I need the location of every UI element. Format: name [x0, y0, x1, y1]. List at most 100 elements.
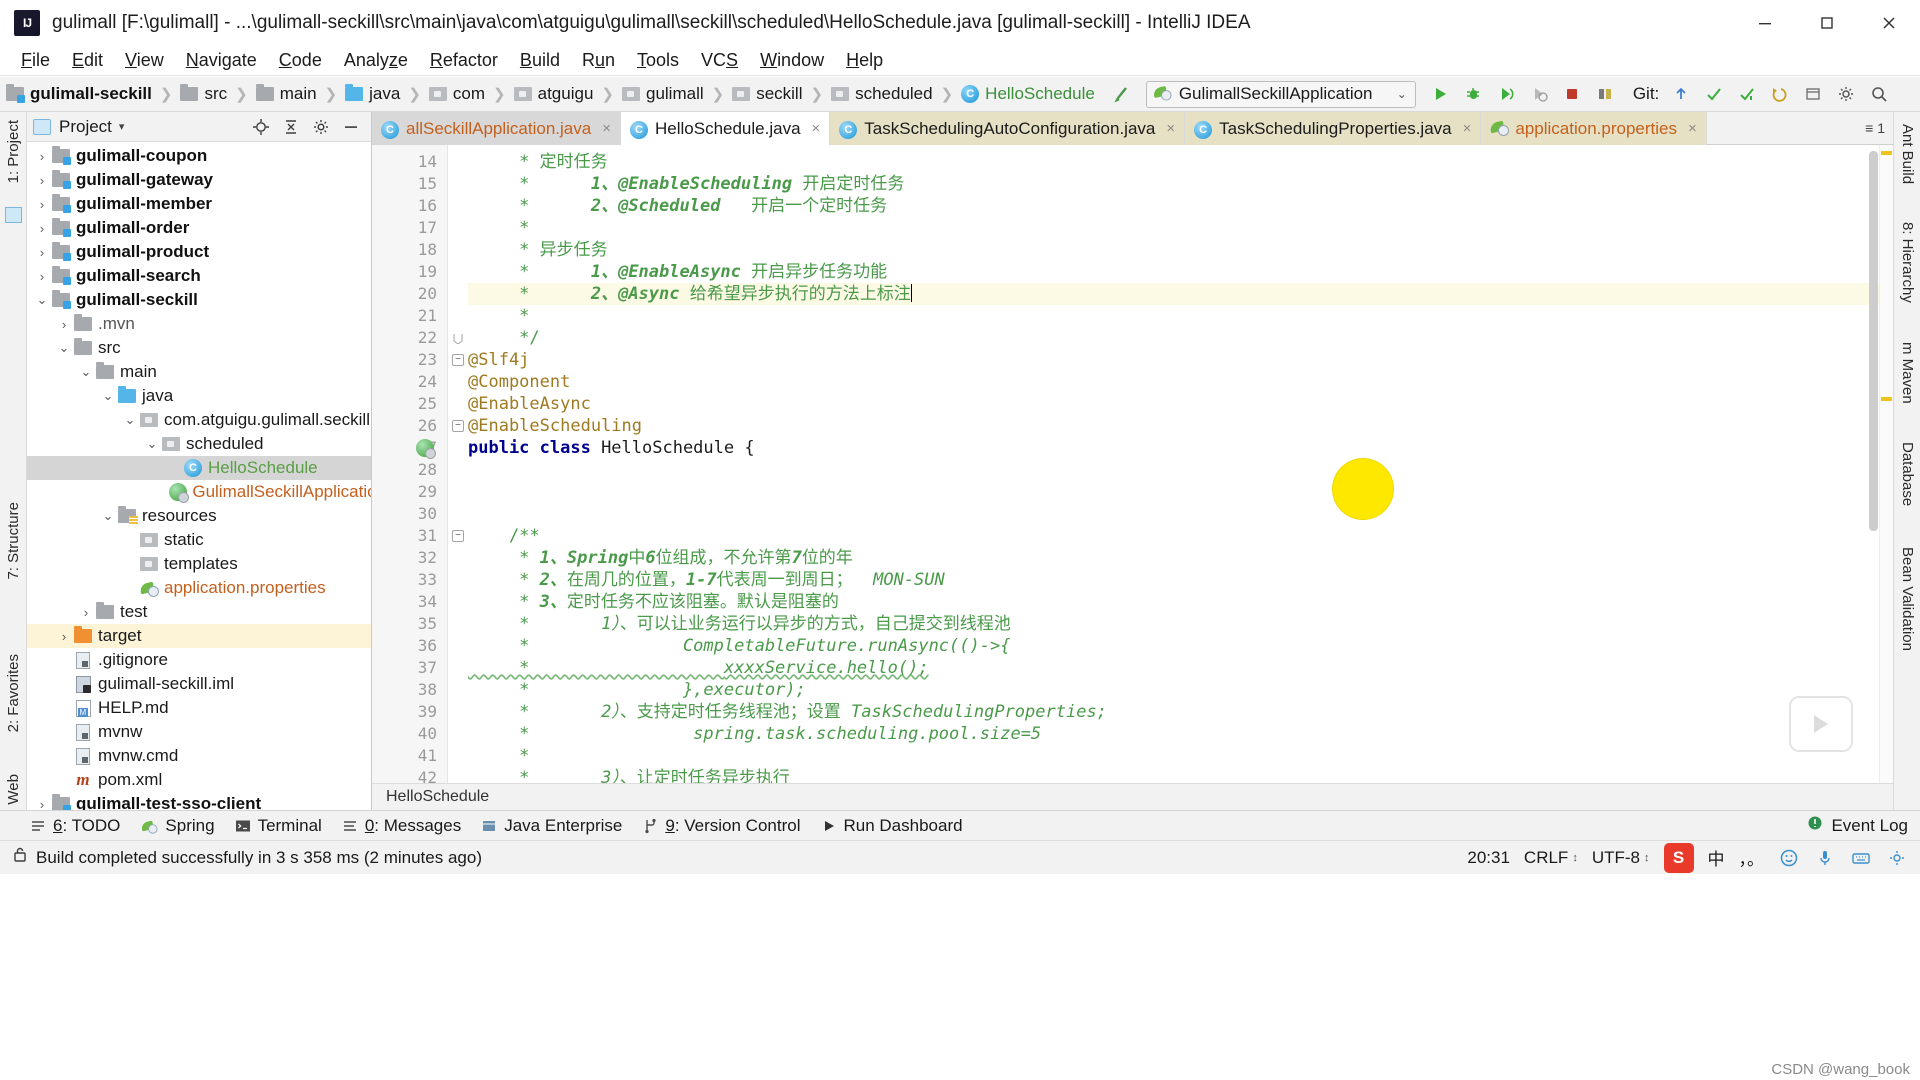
- tool-window-spring[interactable]: Spring: [136, 816, 230, 836]
- breadcrumb-module[interactable]: gulimall-seckill: [4, 84, 154, 104]
- code-line[interactable]: * 2、@Scheduled 开启一个定时任务: [468, 195, 1893, 217]
- chevron-down-icon[interactable]: ⌄: [55, 340, 73, 356]
- code-line[interactable]: * 2、@Async 给希望异步执行的方法上标注: [468, 283, 1893, 305]
- code-fold-toggle[interactable]: −: [452, 420, 464, 432]
- tree-node-gulimall-coupon[interactable]: › gulimall-coupon: [27, 144, 371, 168]
- code-line[interactable]: [468, 503, 1893, 525]
- code-line[interactable]: * },executor);: [468, 679, 1893, 701]
- code-line[interactable]: * 1、Spring中6位组成，不允许第7位的年: [468, 547, 1893, 569]
- make-project-icon[interactable]: [1107, 80, 1137, 108]
- tool-window-project[interactable]: 1: Project: [5, 120, 22, 183]
- tree-node-resources[interactable]: ⌄ resources: [27, 504, 371, 528]
- tree-node-gulimallseckillapplication[interactable]: ·GulimallSeckillApplication: [27, 480, 371, 504]
- code-line[interactable]: * 1）、可以让业务运行以异步的方式，自己提交到线程池: [468, 613, 1893, 635]
- tool-window-database[interactable]: Database: [1899, 442, 1916, 506]
- code-line[interactable]: * 2、在周几的位置，1-7代表周一到周日； MON-SUN: [468, 569, 1893, 591]
- code-line[interactable]: * 1、@EnableAsync 开启异步任务功能: [468, 261, 1893, 283]
- locate-icon[interactable]: [251, 117, 271, 137]
- settings-icon[interactable]: [311, 117, 331, 137]
- code-line[interactable]: @EnableAsync: [468, 393, 1893, 415]
- close-tab-icon[interactable]: ×: [1166, 120, 1175, 137]
- code-line[interactable]: @EnableScheduling: [468, 415, 1893, 437]
- close-tab-icon[interactable]: ×: [1463, 120, 1472, 137]
- code-line[interactable]: * 3、定时任务不应该阻塞。默认是阻塞的: [468, 591, 1893, 613]
- tree-node-gulimall-member[interactable]: › gulimall-member: [27, 192, 371, 216]
- tree-node-mvnw-cmd[interactable]: · mvnw.cmd: [27, 744, 371, 768]
- chevron-right-icon[interactable]: ›: [33, 173, 51, 188]
- ime-punctuation-indicator[interactable]: ，。: [1739, 845, 1765, 870]
- close-tab-icon[interactable]: ×: [1688, 120, 1697, 137]
- tool-window-version-control[interactable]: 9: Version Control: [638, 816, 816, 836]
- tree-node-templates[interactable]: · templates: [27, 552, 371, 576]
- breadcrumb-java[interactable]: java: [343, 84, 402, 104]
- push-icon[interactable]: [1732, 80, 1762, 108]
- mic-icon[interactable]: [1814, 847, 1836, 869]
- menu-analyze[interactable]: Analyze: [333, 47, 419, 74]
- breadcrumb-main[interactable]: main: [254, 84, 319, 104]
- menu-run[interactable]: Run: [571, 47, 626, 74]
- project-view-icon[interactable]: [5, 207, 22, 223]
- hide-icon[interactable]: [341, 117, 361, 137]
- menu-build[interactable]: Build: [509, 47, 571, 74]
- code-line[interactable]: * xxxxService.hello();: [468, 657, 1893, 679]
- tool-window-maven[interactable]: m Maven: [1899, 342, 1916, 404]
- editor-tab-helloschedule-java[interactable]: C HelloSchedule.java ×: [620, 112, 831, 145]
- breadcrumb-scheduled[interactable]: scheduled: [829, 84, 935, 104]
- chevron-down-icon[interactable]: ⌄: [99, 388, 117, 404]
- run-icon[interactable]: [1425, 80, 1455, 108]
- code-line[interactable]: * 定时任务: [468, 151, 1893, 173]
- chevron-right-icon[interactable]: ›: [33, 149, 51, 164]
- editor-tab-taskschedulingautoconfiguration-java[interactable]: C TaskSchedulingAutoConfiguration.java ×: [830, 112, 1186, 145]
- settings-icon[interactable]: [1886, 847, 1908, 869]
- code-line[interactable]: public class HelloSchedule {: [468, 437, 1893, 459]
- chevron-down-icon[interactable]: ⌄: [121, 412, 139, 428]
- tree-node-gulimall-gateway[interactable]: › gulimall-gateway: [27, 168, 371, 192]
- code-line[interactable]: *: [468, 745, 1893, 767]
- tool-window-todo[interactable]: 6: TODO: [26, 816, 136, 836]
- emoji-icon[interactable]: [1778, 847, 1800, 869]
- keyboard-icon[interactable]: [1850, 847, 1872, 869]
- update-project-icon[interactable]: [1666, 80, 1696, 108]
- tool-window-bean-validation[interactable]: Bean Validation: [1899, 547, 1916, 651]
- tree-node-gulimall-test-sso-client[interactable]: › gulimall-test-sso-client: [27, 792, 371, 810]
- chevron-right-icon[interactable]: ›: [33, 269, 51, 284]
- editor-scrollbar-thumb[interactable]: [1869, 151, 1878, 531]
- minimize-button[interactable]: [1734, 0, 1796, 46]
- tool-window-web[interactable]: Web: [5, 774, 22, 805]
- tree-node-gulimall-order[interactable]: › gulimall-order: [27, 216, 371, 240]
- tree-node-pom-xml[interactable]: ·m pom.xml: [27, 768, 371, 792]
- editor-tab-taskschedulingproperties-java[interactable]: C TaskSchedulingProperties.java ×: [1185, 112, 1482, 145]
- chevron-down-icon[interactable]: ⌄: [1397, 87, 1407, 101]
- event-log-button[interactable]: Event Log: [1807, 815, 1920, 836]
- code-fold-toggle[interactable]: −: [452, 530, 464, 542]
- breadcrumb-com[interactable]: com: [427, 84, 487, 104]
- menu-navigate[interactable]: Navigate: [175, 47, 268, 74]
- file-encoding[interactable]: UTF-8 ↕: [1592, 848, 1650, 868]
- search-everywhere-icon[interactable]: [1864, 80, 1894, 108]
- menu-help[interactable]: Help: [835, 47, 894, 74]
- build-icon[interactable]: [1590, 80, 1620, 108]
- menu-window[interactable]: Window: [749, 47, 835, 74]
- chevron-right-icon[interactable]: ›: [33, 797, 51, 811]
- profile-icon[interactable]: [1524, 80, 1554, 108]
- tree-node-gulimall-seckill-iml[interactable]: · gulimall-seckill.iml: [27, 672, 371, 696]
- menu-vcs[interactable]: VCS: [690, 47, 749, 74]
- code-line[interactable]: /**: [468, 525, 1893, 547]
- editor-tab-application-properties[interactable]: application.properties ×: [1481, 112, 1707, 145]
- menu-code[interactable]: Code: [268, 47, 333, 74]
- chevron-right-icon[interactable]: ›: [33, 245, 51, 260]
- tool-window-terminal[interactable]: Terminal: [231, 816, 338, 836]
- tool-window-java-enterprise[interactable]: Java Enterprise: [477, 816, 638, 836]
- rollback-icon[interactable]: [1765, 80, 1795, 108]
- menu-file[interactable]: File: [10, 47, 61, 74]
- code-line[interactable]: [468, 459, 1893, 481]
- tree-node-src[interactable]: ⌄ src: [27, 336, 371, 360]
- close-tab-icon[interactable]: ×: [602, 120, 611, 137]
- run-with-coverage-icon[interactable]: [1491, 80, 1521, 108]
- settings-icon[interactable]: [1831, 80, 1861, 108]
- code-line[interactable]: *: [468, 305, 1893, 327]
- code-line[interactable]: * spring.task.scheduling.pool.size=5: [468, 723, 1893, 745]
- code-line[interactable]: @Slf4j: [468, 349, 1893, 371]
- sogou-ime-icon[interactable]: S: [1663, 842, 1694, 873]
- tool-window-hierarchy[interactable]: 8: Hierarchy: [1899, 222, 1916, 303]
